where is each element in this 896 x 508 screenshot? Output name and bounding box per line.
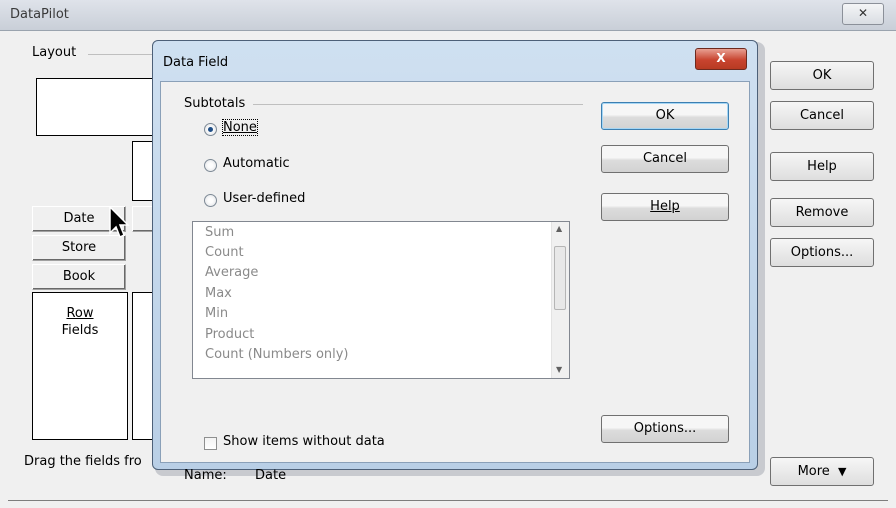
double-chevron-down-icon: ▼ <box>837 465 847 478</box>
scrollbar-thumb[interactable] <box>554 246 566 310</box>
datapilot-help-label: Help <box>807 159 837 174</box>
name-value: Date <box>255 468 287 483</box>
data-field-cancel-button[interactable]: Cancel <box>601 145 729 173</box>
row-fields-label: Row Fields <box>33 305 127 339</box>
datapilot-more-label: More <box>797 464 830 479</box>
radio-none[interactable] <box>204 123 217 136</box>
datapilot-options-button[interactable]: Options... <box>770 238 874 267</box>
row-fields-label-line1: Row <box>66 306 94 321</box>
datapilot-title-bar[interactable]: DataPilot ✕ <box>0 0 896 31</box>
datapilot-help-button[interactable]: Help <box>770 152 874 181</box>
show-items-label[interactable]: Show items without data <box>223 434 385 449</box>
radio-automatic-label[interactable]: Automatic <box>223 156 290 171</box>
mouse-pointer-icon <box>109 206 130 239</box>
name-label: Name: <box>184 468 227 483</box>
row-fields-label-line2: Fields <box>61 323 99 338</box>
subtotals-group-label: Subtotals <box>184 96 246 111</box>
data-field-options-label: Options... <box>633 421 697 436</box>
layout-group-label: Layout <box>29 45 80 60</box>
datapilot-more-button[interactable]: More ▼ <box>770 457 874 486</box>
list-item[interactable]: Min <box>205 304 228 324</box>
list-item[interactable]: Product <box>205 325 254 345</box>
datapilot-bottom-edge <box>8 500 888 501</box>
field-button-book[interactable]: Book <box>32 264 126 290</box>
radio-automatic[interactable] <box>204 159 217 172</box>
drag-hint-text: Drag the fields fro <box>24 454 142 469</box>
datapilot-ok-button[interactable]: OK <box>770 61 874 90</box>
scroll-up-arrow-icon[interactable]: ▲ <box>556 224 562 233</box>
data-field-dialog-title: Data Field <box>163 55 229 70</box>
list-item[interactable]: Count <box>205 243 244 263</box>
function-list-scrollbar[interactable]: ▲ ▼ <box>551 222 569 378</box>
subtotals-group-line <box>253 104 583 105</box>
radio-user-defined[interactable] <box>204 194 217 207</box>
list-item[interactable]: Max <box>205 284 232 304</box>
radio-user-defined-label[interactable]: User-defined <box>223 191 305 206</box>
datapilot-remove-button[interactable]: Remove <box>770 198 874 227</box>
subtotal-function-list[interactable]: Sum Count Average Max Min Product Count … <box>192 221 570 379</box>
page-fields-area[interactable] <box>36 78 156 136</box>
list-item[interactable]: Average <box>205 263 258 283</box>
data-field-ok-button[interactable]: OK <box>601 102 729 130</box>
data-field-help-label: Help <box>650 199 680 214</box>
datapilot-close-button[interactable]: ✕ <box>842 3 884 25</box>
datapilot-title: DataPilot <box>10 7 69 22</box>
datapilot-cancel-button[interactable]: Cancel <box>770 101 874 130</box>
scroll-down-arrow-icon[interactable]: ▼ <box>556 365 562 374</box>
show-items-checkbox[interactable] <box>204 437 217 450</box>
data-field-help-button[interactable]: Help <box>601 193 729 221</box>
row-fields-area[interactable]: Row Fields <box>32 292 128 440</box>
data-field-options-button[interactable]: Options... <box>601 415 729 443</box>
radio-none-label[interactable]: None <box>222 119 258 136</box>
data-field-close-button[interactable]: X <box>695 48 747 70</box>
list-item[interactable]: Sum <box>205 223 234 243</box>
list-item[interactable]: Count (Numbers only) <box>205 345 349 365</box>
